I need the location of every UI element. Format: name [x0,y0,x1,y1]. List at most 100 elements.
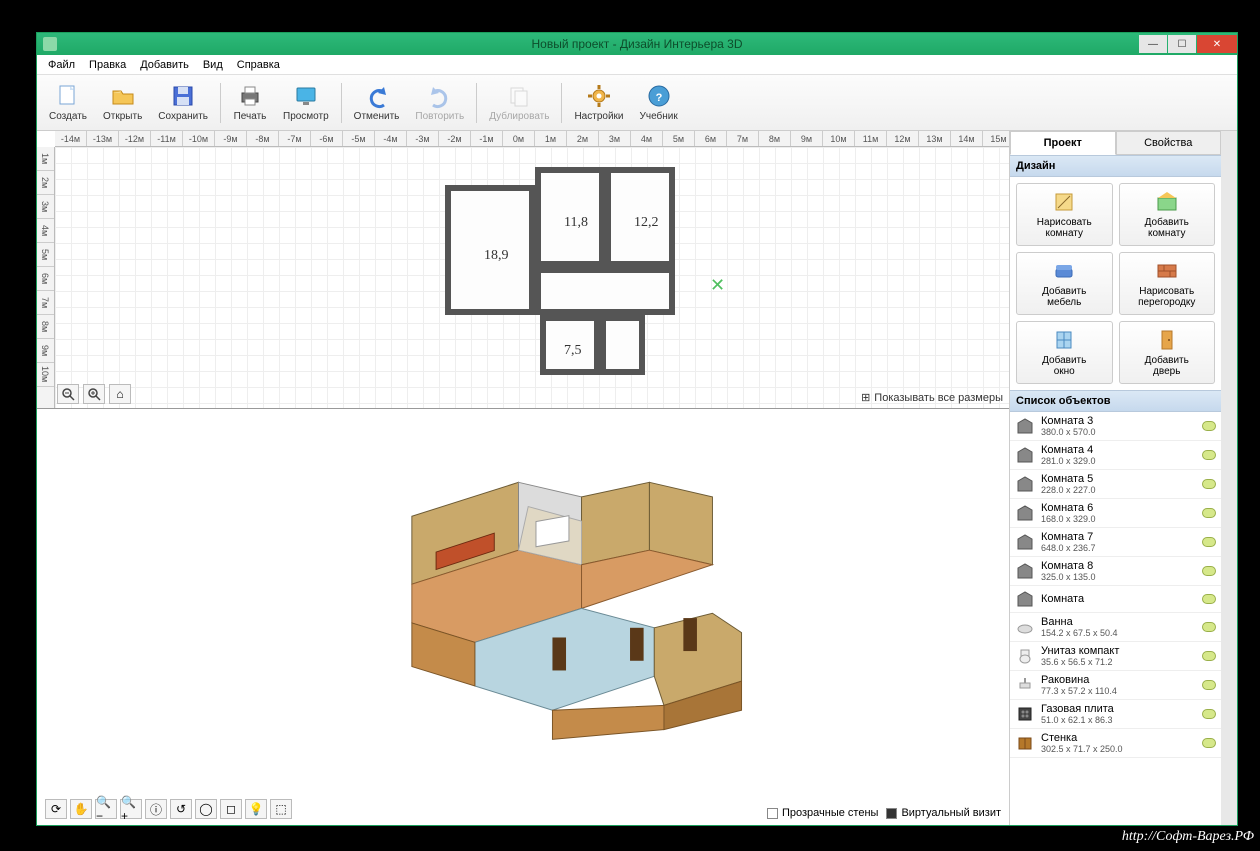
toolbar-file-new-button[interactable]: Создать [41,81,95,124]
object-item[interactable]: Комната 6168.0 x 329.0 [1010,499,1221,528]
design-add-room-button[interactable]: Добавитькомнату [1119,183,1216,246]
visibility-toggle-icon[interactable] [1202,566,1216,576]
object-item[interactable]: Комната 4281.0 x 329.0 [1010,441,1221,470]
help-icon: ? [646,83,672,109]
tab-properties[interactable]: Свойства [1116,131,1222,155]
zoom-in-3d-button[interactable]: 🔍+ [120,799,142,819]
compass-icon[interactable]: ⟳ [45,799,67,819]
object-item[interactable]: Унитаз компакт35.6 x 56.5 x 71.2 [1010,642,1221,671]
visibility-toggle-icon[interactable] [1202,537,1216,547]
visibility-toggle-icon[interactable] [1202,479,1216,489]
toolbar-label: Сохранить [158,111,208,122]
virtual-visit-checkbox[interactable]: Виртуальный визит [886,807,1001,819]
object-dimensions: 77.3 x 57.2 x 110.4 [1041,686,1202,696]
visibility-toggle-icon[interactable] [1202,738,1216,748]
visibility-toggle-icon[interactable] [1202,622,1216,632]
room-outline[interactable]: 11,8 [535,167,605,267]
toolbar-redo-button[interactable]: Повторить [407,81,472,124]
toolbar-folder-open-button[interactable]: Открыть [95,81,150,124]
ruler-tick: 3м [37,195,54,219]
design-window-button[interactable]: Добавитьокно [1016,321,1113,384]
menu-help[interactable]: Справка [230,57,287,73]
ruler-tick: -1м [471,131,503,146]
pan-hand-icon[interactable]: ✋ [70,799,92,819]
menu-add[interactable]: Добавить [133,57,196,73]
ruler-tick: 1м [535,131,567,146]
menu-edit[interactable]: Правка [82,57,133,73]
object-item[interactable]: Комната 5228.0 x 227.0 [1010,470,1221,499]
maximize-button[interactable]: ☐ [1168,35,1196,53]
camera-icon[interactable]: ⬚ [270,799,292,819]
room-icon [1015,445,1035,465]
design-button-label: Добавитьокно [1042,355,1086,377]
panel-tabs: Проект Свойства [1010,131,1221,155]
zoom-out-button[interactable] [57,384,79,404]
visibility-toggle-icon[interactable] [1202,508,1216,518]
transparent-walls-checkbox[interactable]: Прозрачные стены [767,807,878,819]
object-item[interactable]: Комната [1010,586,1221,613]
select-lasso-icon[interactable]: ◯ [195,799,217,819]
object-item[interactable]: Комната 8325.0 x 135.0 [1010,557,1221,586]
zoom-out-3d-button[interactable]: 🔍− [95,799,117,819]
scrollbar[interactable] [1221,131,1237,825]
room-outline[interactable]: 12,2 [605,167,675,267]
design-draw-room-button[interactable]: Нарисоватькомнату [1016,183,1113,246]
visibility-toggle-icon[interactable] [1202,594,1216,604]
menu-view[interactable]: Вид [196,57,230,73]
room-outline[interactable]: 7,5 [540,315,600,375]
info-icon[interactable]: ⓘ [145,799,167,819]
visibility-toggle-icon[interactable] [1202,651,1216,661]
room-icon [1015,474,1035,494]
menu-file[interactable]: Файл [41,57,82,73]
design-furniture-button[interactable]: Добавитьмебель [1016,252,1113,315]
cabinet-icon [1015,733,1035,753]
toolbar-separator [220,83,221,123]
grid-canvas[interactable]: 18,911,812,27,5 ✕ [55,147,1009,408]
object-item[interactable]: Ванна154.2 x 67.5 x 50.4 [1010,613,1221,642]
room-outline[interactable]: 18,9 [445,185,535,315]
ruler-tick: 0м [503,131,535,146]
object-name: Ванна [1041,616,1202,628]
object-item[interactable]: Раковина77.3 x 57.2 x 110.4 [1010,671,1221,700]
object-item[interactable]: Комната 3380.0 x 570.0 [1010,412,1221,441]
toolbar-gear-button[interactable]: Настройки [566,81,631,124]
tab-project[interactable]: Проект [1010,131,1116,155]
object-list[interactable]: Комната 3380.0 x 570.0Комната 4281.0 x 3… [1010,412,1221,825]
3d-scene[interactable] [367,429,767,749]
select-rect-icon[interactable]: ◻ [220,799,242,819]
window-icon [1052,328,1076,352]
visibility-toggle-icon[interactable] [1202,680,1216,690]
minimize-button[interactable]: — [1139,35,1167,53]
ruler-tick: -12м [119,131,151,146]
objects-header: Список объектов [1010,390,1221,412]
room-outline[interactable] [535,267,675,315]
toolbar-printer-button[interactable]: Печать [225,81,275,124]
object-name: Унитаз компакт [1041,645,1202,657]
toolbar-help-button[interactable]: ?Учебник [632,81,686,124]
visibility-toggle-icon[interactable] [1202,450,1216,460]
close-button[interactable]: ✕ [1197,35,1237,53]
toolbar-disk-button[interactable]: Сохранить [150,81,216,124]
object-item[interactable]: Газовая плита51.0 x 62.1 x 86.3 [1010,700,1221,729]
room-outline[interactable] [600,315,645,375]
toolbar-copy-button[interactable]: Дублировать [481,81,557,124]
rotate-icon[interactable]: ↺ [170,799,192,819]
object-name: Комната 5 [1041,473,1202,485]
design-door-button[interactable]: Добавитьдверь [1119,321,1216,384]
object-dimensions: 281.0 x 329.0 [1041,456,1202,466]
light-icon[interactable]: 💡 [245,799,267,819]
3d-view[interactable]: ⟳ ✋ 🔍− 🔍+ ⓘ ↺ ◯ ◻ 💡 ⬚ Прозрачные стены [37,409,1009,825]
zoom-in-button[interactable] [83,384,105,404]
visibility-toggle-icon[interactable] [1202,709,1216,719]
toolbar-monitor-button[interactable]: Просмотр [275,81,337,124]
object-item[interactable]: Стенка302.5 x 71.7 x 250.0 [1010,729,1221,758]
toolbar-separator [561,83,562,123]
visibility-toggle-icon[interactable] [1202,421,1216,431]
object-item[interactable]: Комната 7648.0 x 236.7 [1010,528,1221,557]
plan-size-toggle[interactable]: ⊞ Показывать все размеры [861,391,1003,404]
home-button[interactable]: ⌂ [109,384,131,404]
design-wall-button[interactable]: Нарисоватьперегородку [1119,252,1216,315]
floorplan-area[interactable]: -14м-13м-12м-11м-10м-9м-8м-7м-6м-5м-4м-3… [37,131,1009,409]
grid-icon: ⊞ [861,391,870,404]
toolbar-undo-button[interactable]: Отменить [346,81,408,124]
